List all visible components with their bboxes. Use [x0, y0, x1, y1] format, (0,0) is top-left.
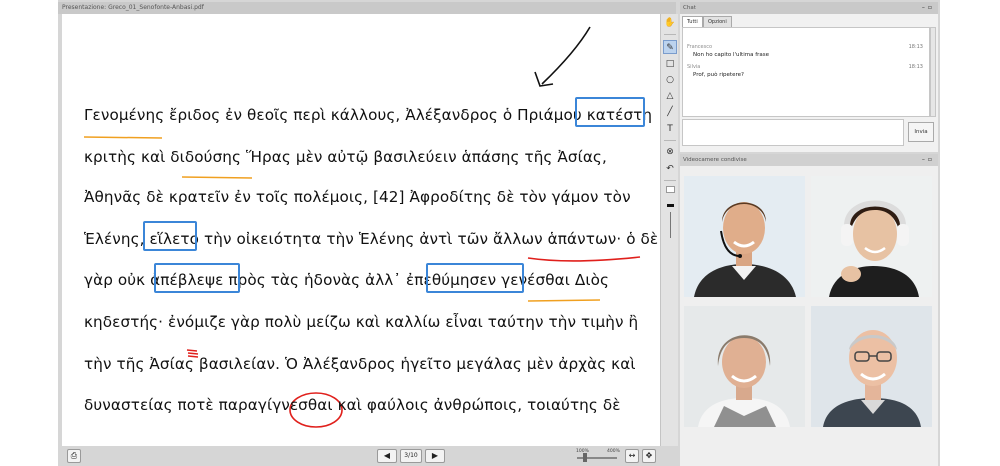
chat-title: Chat [683, 5, 696, 11]
tab-opzioni[interactable]: Opzioni [703, 16, 732, 27]
window-controls[interactable]: –▫ [922, 154, 935, 166]
chat-message-input[interactable] [682, 119, 904, 146]
highlight-box [154, 263, 240, 293]
presentation-footer: ⎙ ◀ 3/10 ▶ 100% 400% ↔ ✥ [62, 446, 678, 466]
color-swatch-icon[interactable] [663, 184, 677, 198]
camera-person-image [811, 176, 932, 297]
zoom-slider-handle[interactable] [583, 453, 587, 462]
highlight-box [426, 263, 524, 293]
toolbar-divider [664, 140, 676, 141]
clear-icon[interactable]: ⊗ [663, 145, 677, 159]
text-line: τὴν τῆς Ἀσίας βασιλείαν. Ὁ Ἀλέξανδρος ἡγ… [84, 355, 636, 373]
thickness-slider-icon[interactable] [663, 212, 677, 242]
message-text: Non ho capito l'ultima frase [693, 52, 770, 58]
message-time: 18:13 [908, 44, 923, 50]
text-line: Γενομένης ἔριδος ἐν θεοῖς περὶ κάλλους, … [84, 106, 653, 124]
toolbar-divider [664, 180, 676, 181]
camera-person-image [684, 176, 805, 297]
text-line: κριτὴς καὶ διδούσης Ἥρας μὲν αὐτῷ βασιλε… [84, 148, 607, 166]
chat-panel: Tutti Opzioni Francesco 18:13 Non ho cap… [680, 14, 938, 152]
camera-feed[interactable] [811, 306, 932, 427]
message-author: Silvia [687, 64, 701, 70]
camera-person-image [811, 306, 932, 427]
circle-icon[interactable]: ○ [663, 73, 677, 87]
fit-page-icon[interactable]: ✥ [642, 449, 656, 463]
pencil-icon[interactable]: ✎ [663, 40, 677, 54]
send-button[interactable]: Invia [908, 122, 934, 142]
cameras-title: Videocamere condivise [683, 157, 747, 163]
drawing-toolbar: ✋ ✎ □ ○ △ ╱ T ⊗ ↶ [660, 14, 678, 446]
chat-scrollbar[interactable] [930, 27, 936, 117]
zoom-max-label: 400% [607, 449, 620, 454]
text-line: Ἀθηνᾶς δὲ κρατεῖν ἐν τοῖς πολέμοις, [42]… [84, 188, 631, 206]
text-line: κηδεστής· ἐνόμιζε γὰρ πολὺ μείζω καὶ καλ… [84, 313, 639, 331]
text-line: δυναστείας ποτὲ παραγίγνεσθαι καὶ φαύλοι… [84, 396, 621, 414]
chat-header: Chat –▫ [680, 2, 938, 14]
message-author: Francesco [687, 44, 713, 50]
presentation-title: Presentazione: Greco_01_Senofonte-Anbasi… [58, 2, 676, 14]
camera-feed[interactable] [684, 176, 805, 297]
cameras-panel [680, 166, 938, 466]
window-controls[interactable]: –▫ [922, 2, 935, 14]
fit-width-icon[interactable]: ↔ [625, 449, 639, 463]
message-time: 18:13 [908, 64, 923, 70]
toolbar-divider [664, 34, 676, 35]
camera-feed[interactable] [811, 176, 932, 297]
line-icon[interactable]: ╱ [663, 105, 677, 119]
prev-page-button[interactable]: ◀ [377, 449, 397, 463]
document-canvas[interactable]: Γενομένης ἔριδος ἐν θεοῖς περὶ κάλλους, … [62, 14, 660, 446]
rectangle-icon[interactable]: □ [663, 57, 677, 71]
upload-icon[interactable]: ⎙ [67, 449, 81, 463]
message-text: Prof, può ripetere? [693, 72, 744, 78]
chat-messages: Francesco 18:13 Non ho capito l'ultima f… [682, 27, 930, 117]
app-window: Presentazione: Greco_01_Senofonte-Anbasi… [58, 0, 940, 466]
camera-person-image [684, 306, 805, 427]
text-icon[interactable]: T [663, 122, 677, 136]
highlight-box [575, 97, 645, 127]
hand-icon[interactable]: ✋ [663, 16, 677, 30]
next-page-button[interactable]: ▶ [425, 449, 445, 463]
triangle-icon[interactable]: △ [663, 89, 677, 103]
camera-feed[interactable] [684, 306, 805, 427]
stroke-width-icon[interactable] [663, 198, 677, 212]
cameras-header: Videocamere condivise –▫ [680, 154, 938, 166]
highlight-box [143, 221, 197, 251]
page-indicator: 3/10 [400, 449, 422, 463]
tab-tutti[interactable]: Tutti [682, 16, 703, 27]
undo-icon[interactable]: ↶ [663, 162, 677, 176]
